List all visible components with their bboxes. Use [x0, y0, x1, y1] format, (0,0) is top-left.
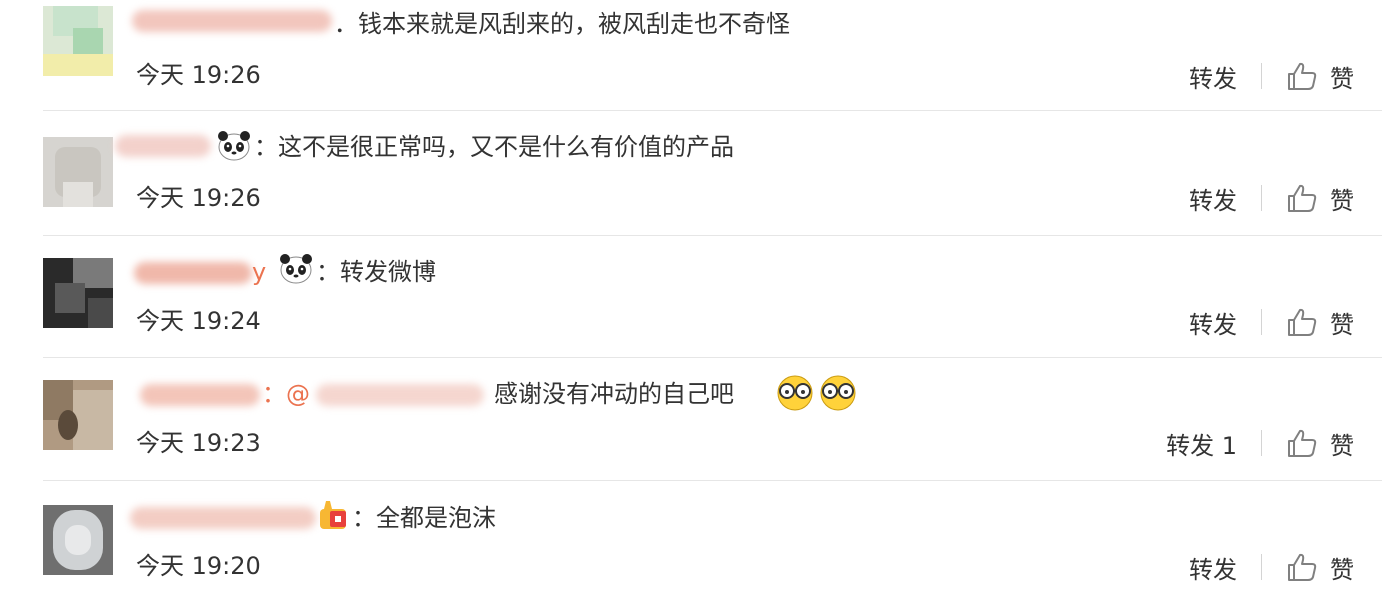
like-button[interactable]: 赞 — [1286, 550, 1354, 585]
thumbs-up-icon — [1288, 308, 1317, 336]
action-divider — [1261, 554, 1262, 580]
comment-text: ．钱本来就是风刮来的，被风刮走也不奇怪 — [334, 10, 790, 38]
comment-time: 今天 19:20 — [136, 552, 261, 580]
thumbs-up-icon — [1288, 184, 1317, 212]
action-divider — [1261, 309, 1262, 335]
glasses-face-emoji-icon — [820, 375, 856, 411]
comment-time: 今天 19:23 — [136, 429, 261, 457]
avatar[interactable] — [43, 137, 113, 207]
avatar[interactable] — [43, 258, 113, 328]
username[interactable] — [140, 384, 260, 406]
comment-text: ：这不是很正常吗，又不是什么有价值的产品 — [254, 133, 734, 161]
comment-text: ：转发微博 — [316, 258, 436, 286]
mention-username[interactable] — [316, 384, 484, 406]
panda-emoji-icon — [280, 254, 312, 284]
comment-actions: 转发 赞 — [1189, 550, 1354, 585]
like-button[interactable]: 赞 — [1286, 181, 1354, 216]
like-label: 赞 — [1330, 555, 1354, 584]
like-label: 赞 — [1330, 186, 1354, 215]
comment-actions: 转发 1 赞 — [1166, 426, 1354, 461]
action-divider — [1261, 185, 1262, 211]
username-visible[interactable]: y — [252, 257, 266, 287]
username[interactable] — [134, 262, 252, 284]
repost-button[interactable]: 转发 — [1189, 305, 1237, 340]
comment-actions: 转发 赞 — [1189, 59, 1354, 94]
comment-item: ：这不是很正常吗，又不是什么有价值的产品 今天 19:26 转发 赞 — [0, 111, 1382, 235]
repost-button[interactable]: 转发 1 — [1166, 426, 1237, 461]
comment-time: 今天 19:26 — [136, 61, 261, 89]
like-label: 赞 — [1330, 64, 1354, 93]
like-button[interactable]: 赞 — [1286, 426, 1354, 461]
comment-item: y ：转发微博 今天 19:24 转发 赞 — [0, 236, 1382, 357]
repost-button[interactable]: 转发 — [1189, 181, 1237, 216]
thumbs-up-icon — [1288, 62, 1317, 90]
username[interactable] — [130, 507, 316, 529]
comment-list: ．钱本来就是风刮来的，被风刮走也不奇怪 今天 19:26 转发 赞 ：这不是很正… — [0, 0, 1382, 600]
like-label: 赞 — [1330, 431, 1354, 460]
avatar[interactable] — [43, 505, 113, 575]
thumbs-up-icon — [1288, 553, 1317, 581]
comment-text: 感谢没有冲动的自己吧 — [494, 380, 734, 408]
thumbs-up-icon — [1288, 429, 1317, 457]
like-button[interactable]: 赞 — [1286, 59, 1354, 94]
repost-button[interactable]: 转发 — [1189, 550, 1237, 585]
repost-button[interactable]: 转发 — [1189, 59, 1237, 94]
like-label: 赞 — [1330, 310, 1354, 339]
comment-item: ：全都是泡沫 今天 19:20 转发 赞 — [0, 481, 1382, 600]
like-button[interactable]: 赞 — [1286, 305, 1354, 340]
comment-time: 今天 19:26 — [136, 184, 261, 212]
action-divider — [1261, 63, 1262, 89]
comment-item: ：@ 感谢没有冲动的自己吧 今天 19:23 转发 1 赞 — [0, 358, 1382, 480]
comment-time: 今天 19:24 — [136, 307, 261, 335]
comment-actions: 转发 赞 — [1189, 305, 1354, 340]
action-divider — [1261, 430, 1262, 456]
comment-text: ：全都是泡沫 — [352, 504, 496, 532]
mention-prefix[interactable]: ：@ — [262, 379, 310, 409]
comment-actions: 转发 赞 — [1189, 181, 1354, 216]
glasses-face-emoji-icon — [777, 375, 813, 411]
avatar[interactable] — [43, 380, 113, 450]
username[interactable] — [115, 135, 211, 157]
avatar[interactable] — [43, 6, 113, 76]
comment-item: ．钱本来就是风刮来的，被风刮走也不奇怪 今天 19:26 转发 赞 — [0, 0, 1382, 110]
gift-badge-icon — [320, 501, 346, 529]
username[interactable] — [132, 10, 332, 32]
panda-emoji-icon — [218, 131, 250, 161]
